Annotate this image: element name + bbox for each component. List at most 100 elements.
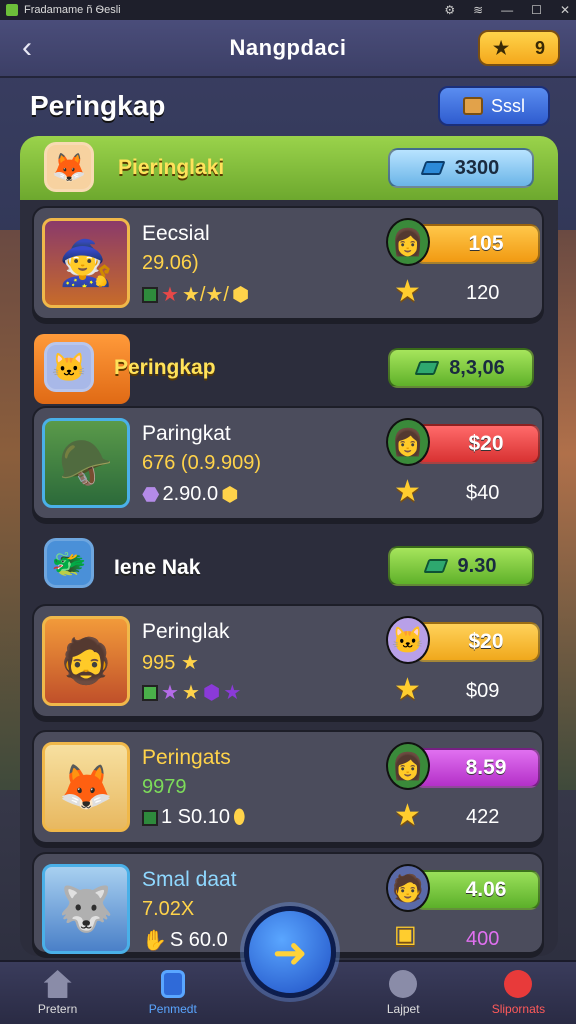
player-points: $40 bbox=[466, 482, 500, 504]
chest-icon: ▣ bbox=[394, 921, 417, 948]
player-badges: ✋ S 60.0 bbox=[142, 928, 228, 953]
star-icon: ★ bbox=[161, 682, 179, 704]
star-icon: ★ bbox=[394, 475, 421, 508]
player-points: 422 bbox=[466, 806, 500, 828]
player-stat-value: 995 bbox=[142, 652, 176, 674]
score-pill: 4.06 bbox=[414, 870, 540, 910]
player-stat: 9979 bbox=[142, 776, 187, 798]
tablet-icon bbox=[160, 970, 185, 998]
player-points: $09 bbox=[466, 680, 500, 702]
score-pill: 105 bbox=[414, 224, 540, 264]
group-label: Peringkap bbox=[114, 356, 216, 379]
player-stat: 676 (0.9.909) bbox=[142, 452, 261, 474]
nav-label: Slipornats bbox=[491, 1002, 546, 1016]
player-points: 400 bbox=[466, 928, 500, 950]
maximize-button[interactable]: ☐ bbox=[531, 3, 542, 17]
gem-icon bbox=[422, 559, 449, 573]
player-name: Peringats bbox=[142, 746, 231, 769]
player-card-2[interactable]: 🪖 Paringkat 676 (0.9.909) ⬣ 2.90.0 ⬢ 👩 $… bbox=[32, 406, 544, 520]
top-header: ‹ Nangpdaci ★ 9 bbox=[0, 20, 576, 78]
nav-label: Penmedt bbox=[148, 1002, 197, 1016]
star-icon: ★ bbox=[180, 652, 199, 674]
nav-item-chat[interactable]: Lajpet bbox=[346, 962, 461, 1024]
star-icon: ★ bbox=[181, 682, 200, 704]
close-button[interactable]: ✕ bbox=[560, 3, 570, 17]
rank-portrait: 🐱 bbox=[386, 616, 430, 664]
nav-item-tablet[interactable]: Penmedt bbox=[115, 962, 230, 1024]
back-button[interactable]: ‹ bbox=[0, 31, 54, 65]
player-name: Paringkat bbox=[142, 422, 231, 445]
app-icon bbox=[6, 4, 18, 16]
player-card-1[interactable]: 🧙 Eecsial 29.06) ★ ★/★/ ⬢ 👩 105 ★ 120 bbox=[32, 206, 544, 320]
currency-button[interactable]: ★ 9 bbox=[478, 30, 560, 66]
player-avatar: 🪖 bbox=[42, 418, 130, 508]
arrow-right-icon: ➜ bbox=[272, 928, 308, 976]
player-name: Smal daat bbox=[142, 868, 237, 891]
star-icon: ★ bbox=[161, 284, 179, 306]
window-title-bar: Fradamame ñ Ѳesli ⚙ ≋ — ☐ ✕ bbox=[0, 0, 576, 20]
player-card-3[interactable]: 🧔 Peringlak 995 ★ ★ ★ ⬢ ★ 🐱 $20 ★ $09 bbox=[32, 604, 544, 718]
bell-icon: ⬮ bbox=[232, 806, 246, 828]
player-stat: 995 ★ bbox=[142, 650, 199, 675]
player-name: Peringlak bbox=[142, 620, 230, 643]
hand-icon: ✋ bbox=[142, 930, 167, 952]
badge-icon bbox=[142, 809, 158, 826]
score-pill: $20 bbox=[414, 622, 540, 662]
group-value: 3300 bbox=[454, 156, 500, 179]
player-avatar: 🧙 bbox=[42, 218, 130, 308]
player-stat: 7.02X bbox=[142, 898, 195, 920]
page-title: Peringkap bbox=[30, 90, 166, 121]
background-building-left bbox=[0, 230, 22, 790]
gem-icon bbox=[420, 161, 446, 175]
player-avatar: 🐺 bbox=[42, 864, 130, 954]
shield-icon: ⬢ bbox=[231, 284, 250, 306]
chest-button-label: Sssl bbox=[490, 95, 525, 116]
player-badges: ⬣ 2.90.0 ⬢ bbox=[142, 482, 239, 507]
nav-label: Lajpet bbox=[386, 1002, 420, 1016]
gem-icon: ⬢ bbox=[202, 682, 221, 704]
badge-icon bbox=[142, 286, 158, 303]
nav-item-profile[interactable]: Slipornats bbox=[461, 962, 576, 1024]
wifi-icon: ≋ bbox=[473, 3, 484, 17]
shield-icon: ⬢ bbox=[221, 484, 239, 506]
player-badges: 1 S0.10 ⬮ bbox=[142, 806, 246, 829]
rank-portrait: 👩 bbox=[386, 218, 430, 266]
rank-portrait: 🧑 bbox=[386, 864, 430, 912]
group-header-1[interactable]: 🦊 Pieringlaki 3300 bbox=[20, 136, 558, 200]
nav-label: Pretern bbox=[37, 1002, 78, 1016]
dragon-mascot-icon: 🐲 bbox=[44, 538, 94, 588]
window-title: Fradamame ñ Ѳesli bbox=[24, 4, 121, 16]
minimize-button[interactable]: — bbox=[501, 3, 513, 17]
player-avatar: 🧔 bbox=[42, 616, 130, 706]
chest-icon bbox=[462, 97, 483, 115]
badge-text: 1 S0.10 bbox=[161, 806, 230, 828]
badge-icon bbox=[142, 684, 158, 701]
star-icon: ★ bbox=[223, 682, 242, 704]
star-icon: ★ bbox=[394, 673, 421, 706]
player-name: Eecsial bbox=[142, 222, 210, 245]
group-value-pill: 9.30 bbox=[388, 546, 534, 586]
gem-icon bbox=[414, 361, 440, 375]
fox-mascot-icon: 🦊 bbox=[44, 142, 94, 192]
star-icon: ★ bbox=[492, 37, 510, 58]
play-button[interactable]: ➜ bbox=[244, 906, 336, 998]
cat-mascot-icon: 🐱 bbox=[44, 342, 94, 392]
player-card-4[interactable]: 🦊 Peringats 9979 1 S0.10 ⬮ 👩 8.59 ★ 422 bbox=[32, 730, 544, 844]
rank-portrait: 👩 bbox=[386, 418, 430, 466]
badge-text: 2.90.0 bbox=[162, 483, 219, 505]
score-pill: 8.59 bbox=[414, 748, 540, 788]
chest-button[interactable]: Sssl bbox=[438, 86, 550, 126]
profile-icon bbox=[504, 970, 533, 998]
group-value-pill: 3300 bbox=[388, 148, 534, 188]
player-points: 120 bbox=[466, 282, 500, 304]
score-pill: $20 bbox=[414, 424, 540, 464]
badge-text: S 60.0 bbox=[169, 929, 228, 951]
group-value: 9.30 bbox=[457, 554, 497, 577]
group-label: Pieringlaki bbox=[118, 156, 225, 179]
home-icon bbox=[43, 970, 72, 998]
settings-icon[interactable]: ⚙ bbox=[444, 3, 455, 17]
player-badges: ★ ★/★/ ⬢ bbox=[142, 282, 249, 307]
player-stat: 29.06) bbox=[142, 252, 199, 274]
nav-item-home[interactable]: Pretern bbox=[0, 962, 115, 1024]
badge-text: ★/★/ bbox=[181, 284, 229, 306]
